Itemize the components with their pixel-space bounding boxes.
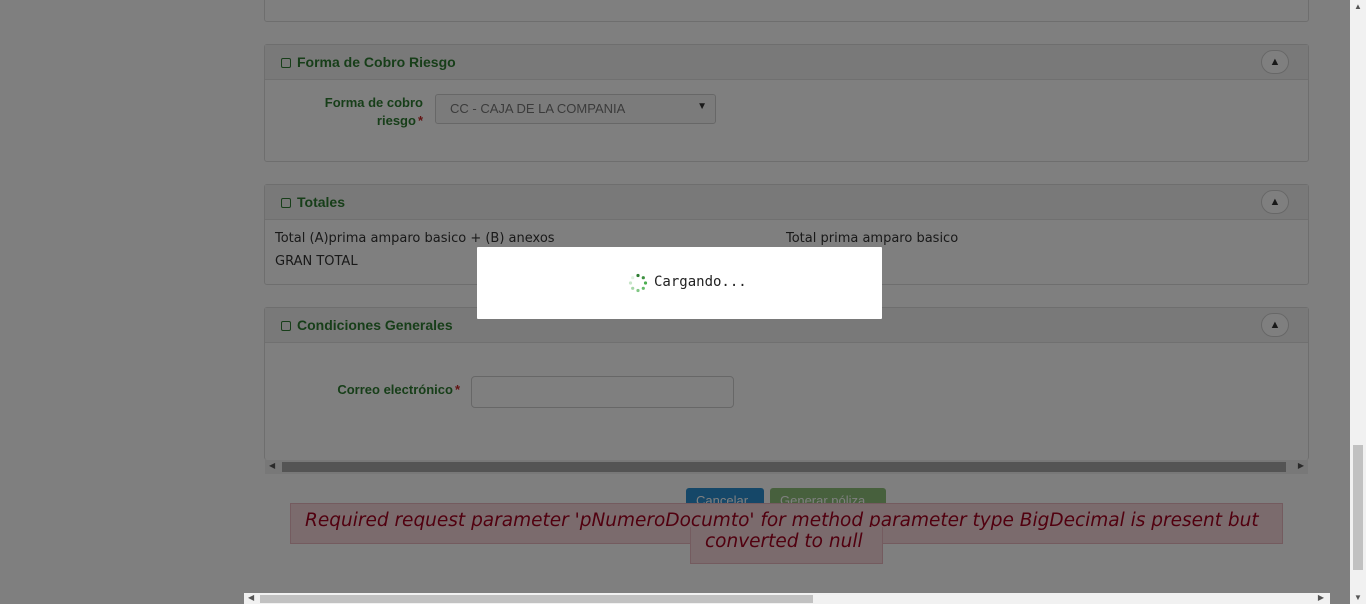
- loading-dialog: Cargando...: [477, 247, 882, 319]
- loading-text: Cargando...: [654, 274, 747, 290]
- scroll-right-icon[interactable]: ▶: [1318, 593, 1324, 602]
- page-vertical-scrollbar[interactable]: ▲ ▼: [1350, 0, 1366, 604]
- page-horizontal-scrollbar[interactable]: ◀ ▶: [244, 593, 1330, 604]
- page: Forma de Cobro Riesgo ▲ Forma de cobro r…: [0, 0, 1366, 604]
- scrollbar-thumb[interactable]: [260, 595, 813, 603]
- scroll-left-icon[interactable]: ◀: [248, 593, 254, 602]
- scrollbar-thumb[interactable]: [1353, 445, 1363, 570]
- scroll-down-icon[interactable]: ▼: [1354, 593, 1362, 602]
- spinner-icon: [628, 273, 648, 293]
- scroll-up-icon[interactable]: ▲: [1354, 2, 1362, 11]
